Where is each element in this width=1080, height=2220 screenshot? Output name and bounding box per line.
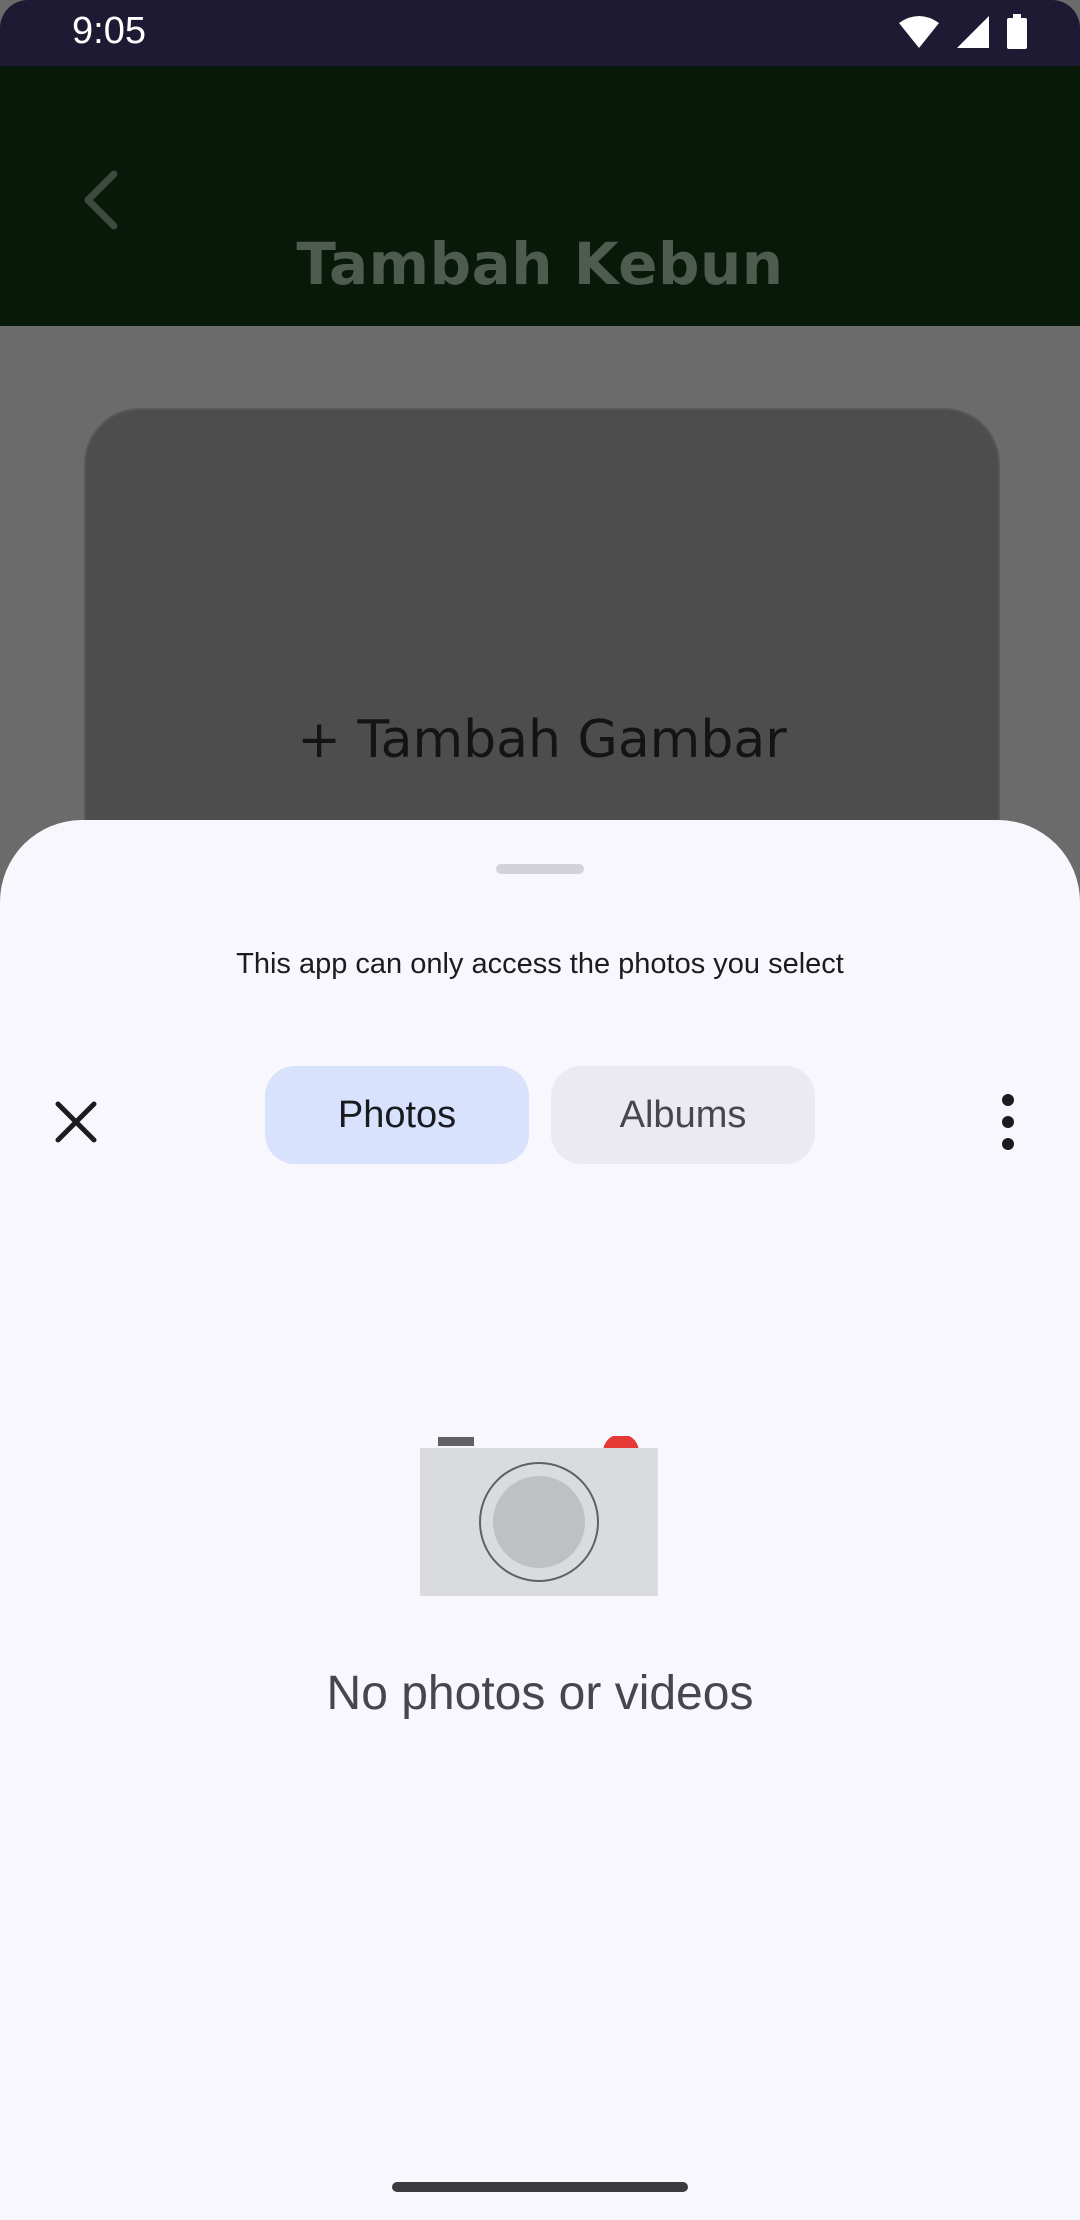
signal-icon [956,15,990,49]
status-icons [898,14,1028,50]
status-time: 9:05 [72,10,146,52]
access-info-text: This app can only access the photos you … [236,948,844,980]
home-indicator[interactable] [392,2182,688,2192]
screen: 9:05 Tambah Kebun + Tambah Gambar This a… [0,0,1080,2220]
page-title: Tambah Kebun [296,230,784,298]
close-button[interactable] [44,1090,108,1154]
chevron-left-icon [84,170,118,230]
close-icon [55,1101,97,1143]
status-bar: 9:05 [0,0,1080,66]
app-bar: Tambah Kebun [0,66,1080,326]
wifi-icon [898,15,940,49]
add-image-label: + Tambah Gambar [297,710,787,770]
more-options-button[interactable] [988,1090,1028,1154]
photo-picker-sheet: This app can only access the photos you … [0,820,1080,2220]
camera-icon [412,1434,672,1626]
tab-albums[interactable]: Albums [551,1066,815,1164]
more-vertical-icon [1002,1094,1014,1150]
battery-icon [1006,14,1028,50]
empty-state-message: No photos or videos [326,1667,754,1720]
drag-handle[interactable] [496,864,584,874]
tab-photos[interactable]: Photos [265,1066,529,1164]
back-button[interactable] [66,160,146,240]
